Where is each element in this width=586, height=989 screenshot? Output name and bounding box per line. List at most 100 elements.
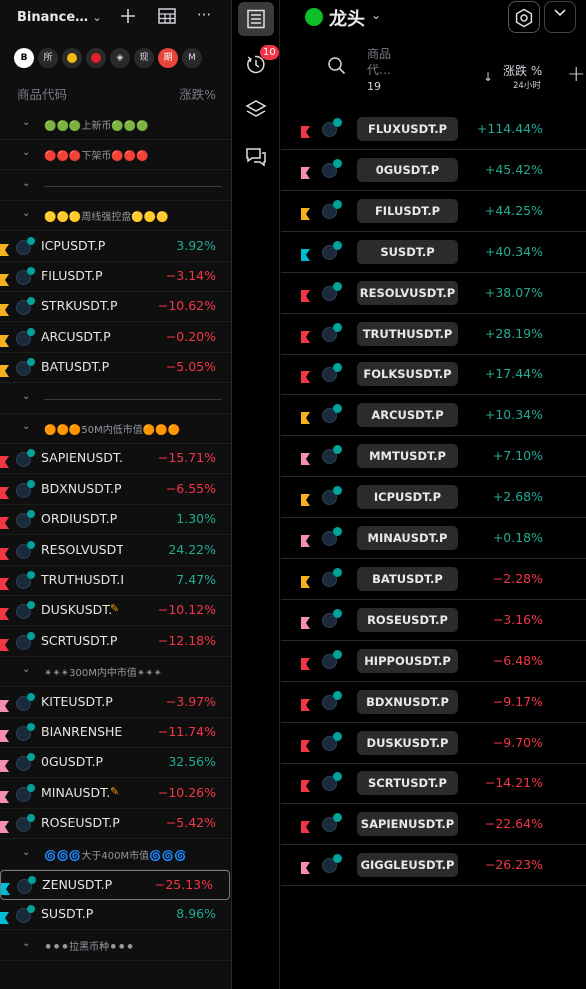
section-header[interactable]: ⌄ 🔴🔴🔴下架币🔴🔴🔴	[0, 140, 231, 171]
separator-row[interactable]: ⌄	[0, 171, 231, 201]
gold-chip[interactable]	[62, 48, 82, 68]
flag-icon[interactable]	[0, 545, 9, 560]
section-header[interactable]: ⌄ 🟡🟡🟡周线强控盘🟡🟡🟡	[0, 201, 231, 232]
flag-icon[interactable]	[0, 788, 9, 803]
futures-chip[interactable]: 期	[158, 48, 178, 68]
flag-icon[interactable]	[301, 573, 310, 588]
symbol-row[interactable]: ARCUSDT.P −0.20%	[0, 323, 231, 353]
symbol-row[interactable]: ORDIUSDT.P 1.30%	[0, 505, 231, 536]
blue-chip[interactable]: ◈	[110, 48, 130, 68]
flag-icon[interactable]	[301, 409, 310, 425]
watchlist-name[interactable]: 龙头	[329, 5, 365, 31]
symbol-name-pill[interactable]: ARCUSDT.P	[357, 403, 458, 428]
symbol-name-pill[interactable]: HIPPOUSDT.P	[357, 648, 458, 673]
flag-icon[interactable]	[0, 514, 9, 530]
symbol-name-pill[interactable]: 0GUSDT.P	[357, 157, 458, 182]
symbol-row[interactable]: SCRTUSDT.P −12.18%	[0, 627, 231, 657]
symbol-row[interactable]: KITEUSDT.P −3.97%	[0, 688, 231, 718]
sort-desc-icon[interactable]: ↓	[483, 70, 493, 84]
symbol-name-pill[interactable]: SCRTUSDT.P	[357, 771, 458, 796]
symbol-name-pill[interactable]: BATUSDT.P	[357, 566, 458, 591]
symbol-name-pill[interactable]: RESOLVUSDT.P	[357, 280, 458, 305]
symbol-name-pill[interactable]: ICPUSDT.P	[357, 485, 458, 510]
symbol-name-pill[interactable]: ROSEUSDT.P	[357, 607, 458, 632]
symbol-row[interactable]: STRKUSDT.P −10.62%	[0, 292, 231, 323]
layers-button[interactable]	[238, 92, 274, 126]
flag-icon[interactable]	[301, 287, 310, 302]
symbol-row[interactable]: ICPUSDT.P 3.92%	[0, 232, 231, 262]
symbol-row[interactable]: BDXNUSDT.P −9.17%	[281, 682, 586, 723]
symbol-row[interactable]: RESOLVUSDT. 24.22%	[0, 536, 231, 566]
add-symbol-icon[interactable]	[117, 8, 139, 28]
watchlist-button[interactable]	[238, 2, 274, 36]
flag-icon[interactable]	[0, 818, 9, 834]
symbol-row[interactable]: ZENUSDT.P −25.13%	[0, 870, 230, 900]
symbol-name-pill[interactable]: TRUTHUSDT.P	[357, 321, 458, 346]
chevron-down-icon[interactable]: ⌄	[371, 8, 381, 22]
symbol-row[interactable]: MMTUSDT.P +7.10%	[281, 436, 586, 478]
flag-icon[interactable]	[301, 368, 310, 384]
symbol-row[interactable]: SUSDT.P 8.96%	[0, 900, 231, 931]
symbol-name-pill[interactable]: MMTUSDT.P	[357, 444, 458, 469]
separator-row[interactable]: ⌄	[0, 384, 231, 414]
flag-icon[interactable]	[0, 697, 9, 712]
edit-note-icon[interactable]: ✎	[110, 785, 119, 798]
symbol-column-header[interactable]: 商品代码	[17, 84, 67, 103]
symbol-row[interactable]: BDXNUSDT.P −6.55%	[0, 475, 231, 505]
expand-button[interactable]	[544, 1, 576, 33]
flag-icon[interactable]	[0, 636, 9, 651]
section-header[interactable]: ⌄ ⚫⚫⚫拉黑币种⚫⚫⚫	[0, 931, 231, 961]
section-header[interactable]: ⌄ 🌀🌀🌀大于400M市值🌀🌀🌀	[0, 840, 231, 870]
flag-icon[interactable]	[301, 246, 310, 261]
symbol-row[interactable]: BATUSDT.P −5.05%	[0, 353, 231, 384]
flag-icon[interactable]	[301, 614, 310, 629]
flag-icon[interactable]	[0, 484, 9, 499]
red-chip[interactable]	[86, 48, 106, 68]
exchange-chip[interactable]: 所	[38, 48, 58, 68]
symbol-name-pill[interactable]: GIGGLEUSDT.P	[357, 853, 458, 878]
symbol-name-pill[interactable]: DUSKUSDT.P	[357, 730, 458, 755]
symbol-row[interactable]: TRUTHUSDT.I 7.47%	[0, 566, 231, 596]
change-column-header[interactable]: 涨跌 %	[503, 62, 542, 79]
flag-icon[interactable]	[0, 332, 9, 347]
chevron-down-icon[interactable]: ⌄	[22, 147, 30, 158]
chevron-down-icon[interactable]: ⌄	[22, 178, 30, 189]
flag-icon[interactable]	[301, 491, 310, 507]
symbol-row[interactable]: MINAUSDT.P +0.18%	[281, 518, 586, 559]
symbol-name-pill[interactable]: MINAUSDT.P	[357, 526, 458, 550]
symbol-name-pill[interactable]: FLUXUSDT.P	[357, 117, 458, 141]
flag-icon[interactable]	[0, 575, 9, 590]
flag-icon[interactable]	[301, 737, 310, 752]
flag-icon[interactable]	[301, 450, 310, 466]
symbol-row[interactable]: SCRTUSDT.P −14.21%	[281, 763, 586, 805]
symbol-row[interactable]: SAPIENUSDT.I −15.71%	[0, 444, 231, 475]
symbol-row[interactable]: FLUXUSDT.P +114.44%	[281, 109, 586, 150]
alerts-button[interactable]: 10	[238, 45, 279, 81]
flag-icon[interactable]	[0, 362, 9, 378]
flag-icon[interactable]	[0, 241, 9, 256]
spot-chip[interactable]: 现	[134, 48, 154, 68]
flag-icon[interactable]	[301, 205, 310, 220]
binance-chip[interactable]: B	[14, 48, 34, 68]
flag-icon[interactable]	[301, 818, 310, 834]
symbol-row[interactable]: DUSKUSDT. ✎ −10.12%	[0, 596, 231, 627]
symbol-name-pill[interactable]: BDXNUSDT.P	[357, 689, 458, 714]
symbol-row[interactable]: 0GUSDT.P +45.42%	[281, 150, 586, 191]
chat-button[interactable]	[238, 139, 274, 173]
symbol-row[interactable]: BIANRENSHEN −11.74%	[0, 718, 231, 748]
symbol-row[interactable]: FILUSDT.P −3.14%	[0, 262, 231, 292]
flag-icon[interactable]	[0, 271, 9, 286]
chevron-down-icon[interactable]: ⌄	[22, 391, 30, 402]
symbol-row[interactable]: BATUSDT.P −2.28%	[281, 559, 586, 600]
symbol-name-pill[interactable]: SAPIENUSDT.P	[357, 812, 458, 837]
settings-button[interactable]	[508, 1, 540, 33]
watchlist-title[interactable]: Binance…	[17, 10, 88, 25]
chevron-down-icon[interactable]: ⌄	[86, 11, 108, 24]
symbol-row[interactable]: FOLKSUSDT.P +17.44%	[281, 354, 586, 396]
flag-icon[interactable]	[0, 909, 9, 925]
chevron-down-icon[interactable]: ⌄	[22, 421, 30, 432]
symbol-name-pill[interactable]: FILUSDT.P	[357, 198, 458, 223]
add-column-icon[interactable]: +	[567, 62, 585, 87]
flag-icon[interactable]	[0, 757, 9, 773]
chevron-down-icon[interactable]: ⌄	[22, 117, 30, 128]
